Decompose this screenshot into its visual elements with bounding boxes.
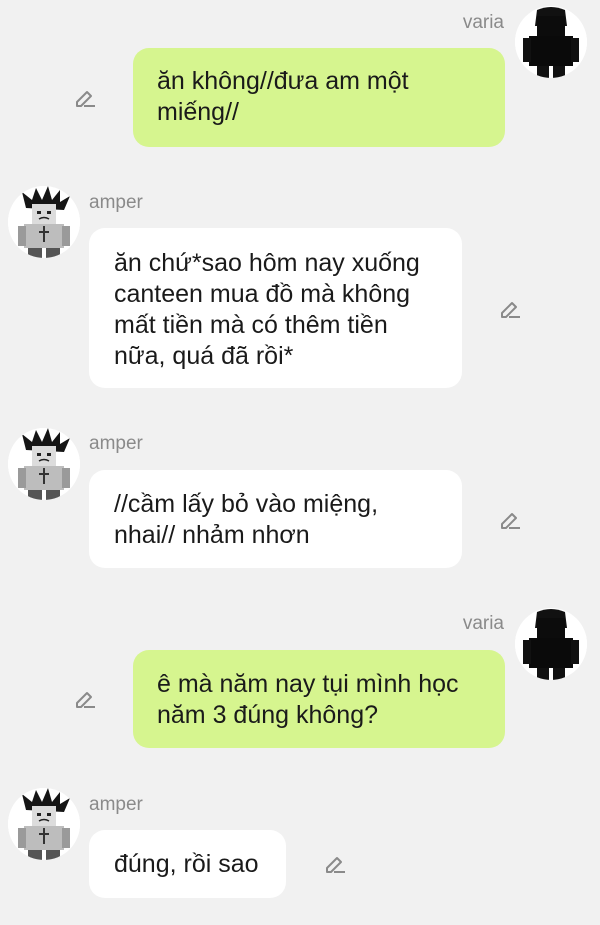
message-row: amper đúng, rồi sao <box>0 0 600 925</box>
amper-avatar[interactable] <box>8 788 80 860</box>
message-bubble[interactable]: đúng, rồi sao <box>89 830 286 898</box>
sender-name: amper <box>89 794 143 815</box>
pencil-edit-icon[interactable] <box>322 851 348 877</box>
